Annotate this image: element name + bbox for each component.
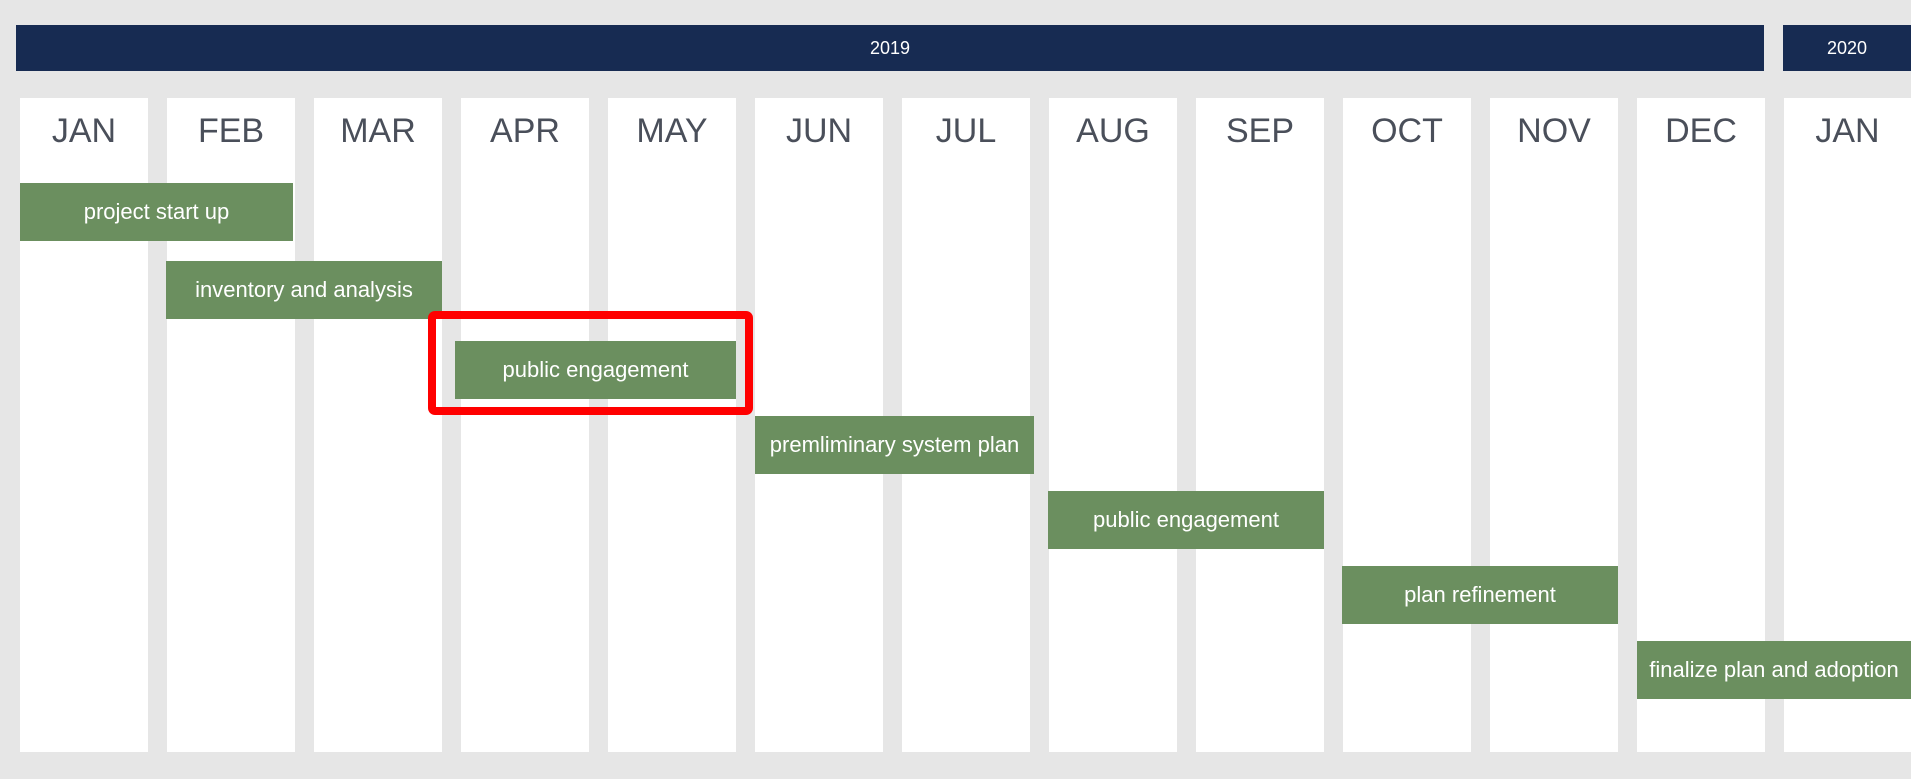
month-label: MAY [636, 112, 708, 150]
month-column-may: MAY [608, 98, 736, 752]
month-column-sep: SEP [1196, 98, 1324, 752]
month-column-oct: OCT [1343, 98, 1471, 752]
month-label: JAN [51, 112, 117, 150]
month-label: NOV [1517, 112, 1591, 150]
month-column-apr: APR [461, 98, 589, 752]
year-header-2019: 2019 [16, 25, 1764, 71]
month-label: SEP [1225, 112, 1295, 150]
task-bar-finalize-plan-and-adoption[interactable]: finalize plan and adoption [1637, 641, 1911, 699]
month-label: OCT [1371, 112, 1443, 150]
task-bar-inventory-and-analysis[interactable]: inventory and analysis [166, 261, 442, 319]
year-header-2020: 2020 [1783, 25, 1911, 71]
month-label: FEB [197, 112, 265, 150]
task-bar-public-engagement[interactable]: public engagement [455, 341, 736, 399]
task-bar-preliminary-system-plan[interactable]: premliminary system plan [755, 416, 1034, 474]
month-label: JUL [935, 112, 997, 150]
month-label: APR [490, 112, 560, 150]
month-label: MAR [340, 112, 416, 150]
month-label: AUG [1076, 112, 1150, 150]
month-label: DEC [1665, 112, 1737, 150]
task-bar-project-start-up[interactable]: project start up [20, 183, 293, 241]
task-bar-plan-refinement[interactable]: plan refinement [1342, 566, 1618, 624]
month-label: JAN [1815, 112, 1880, 150]
month-column-nov: NOV [1490, 98, 1618, 752]
month-column-aug: AUG [1049, 98, 1177, 752]
month-column-mar: MAR [314, 98, 442, 752]
month-label: JUN [785, 112, 853, 150]
task-bar-public-engagement-2[interactable]: public engagement [1048, 491, 1324, 549]
